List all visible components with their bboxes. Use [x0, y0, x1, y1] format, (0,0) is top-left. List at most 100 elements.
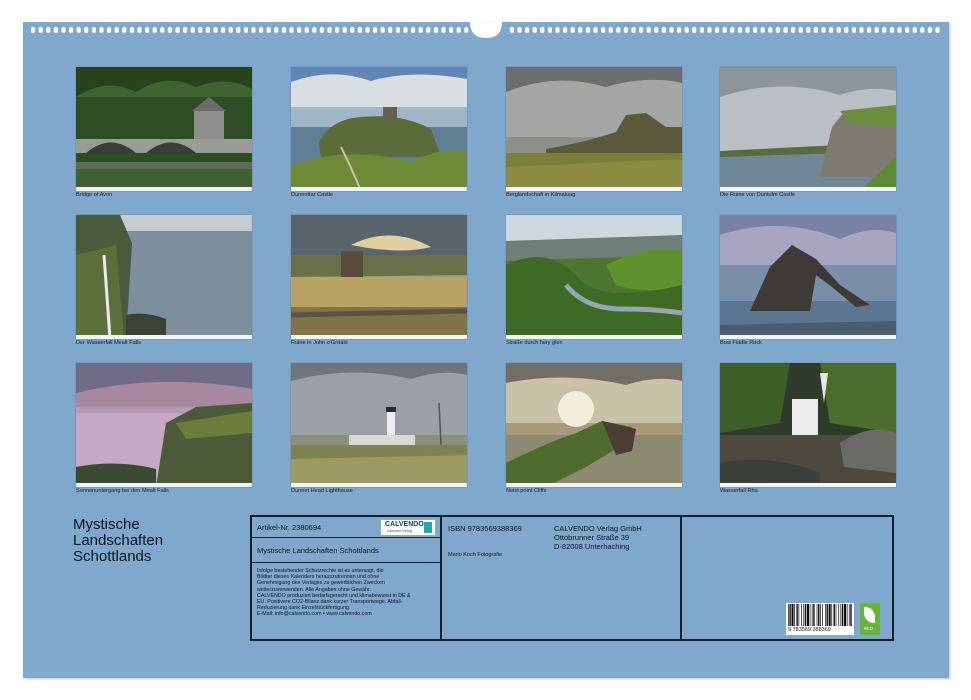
- wire-loop: [464, 27, 469, 33]
- barcode-bar: [806, 604, 809, 626]
- photo-caption: Der Wasserfall Mealt Falls: [76, 340, 142, 346]
- barcode-bar: [798, 604, 800, 626]
- barcode-bar: [811, 604, 813, 626]
- barcode-bar: [841, 604, 844, 626]
- barcode-number: 9 783569 388369: [788, 627, 831, 633]
- author: Mario Koch Fotografie: [448, 552, 503, 558]
- article-number: Artikel-Nr. 2380694: [257, 523, 322, 532]
- barcode-bar: [816, 604, 818, 626]
- wire-loop: [183, 27, 188, 33]
- barcode-bar: [840, 604, 842, 626]
- wire-loop: [297, 27, 302, 33]
- wire-loop: [129, 27, 134, 33]
- wire-loop: [684, 27, 689, 33]
- wire-loop: [517, 27, 522, 33]
- wire-loop: [137, 27, 142, 33]
- wire-loop: [783, 27, 788, 33]
- wire-loop: [91, 27, 96, 33]
- photo-john-o-groats: [291, 215, 467, 339]
- isbn: ISBN 9783569388369: [448, 524, 522, 533]
- eco-badge: eco: [860, 603, 880, 635]
- publisher-address: CALVENDO Verlag GmbH Ottobrunner Straße …: [554, 524, 642, 551]
- wire-loop: [31, 27, 36, 33]
- wire-loop: [555, 27, 560, 33]
- wire-loop: [813, 27, 818, 33]
- wire-loop: [46, 27, 51, 33]
- wire-loop: [791, 27, 796, 33]
- calendar-back-page: Bridge of Avon Dunnottar Castle Bergland…: [23, 22, 949, 678]
- wire-loop: [160, 27, 165, 33]
- wire-loop: [661, 27, 666, 33]
- wire-loop: [912, 27, 917, 33]
- info-box: Artikel-Nr. 2380694 CALVENDO Kalender-Ve…: [250, 515, 894, 641]
- wire-loop: [509, 27, 514, 33]
- title-line: Mystische: [73, 516, 140, 533]
- wire-loop: [388, 27, 393, 33]
- wire-loop: [639, 27, 644, 33]
- photo-neist-point: [506, 363, 682, 487]
- photo-mealt-falls-sunset: [76, 363, 252, 487]
- barcode-bar: [822, 604, 823, 626]
- wire-loop: [456, 27, 461, 33]
- hanger-notch: [470, 22, 502, 38]
- wire-loop: [327, 27, 332, 33]
- wire-loop: [525, 27, 530, 33]
- wire-loop: [699, 27, 704, 33]
- wire-loop: [601, 27, 606, 33]
- wire-loop: [654, 27, 659, 33]
- barcode-bar: [844, 604, 847, 626]
- divider: [252, 537, 440, 538]
- wire-loop: [76, 27, 81, 33]
- wire-loop: [829, 27, 834, 33]
- photo-caption: Sonnenuntergang bei den Mealt Falls: [76, 488, 169, 494]
- wire-loop: [882, 27, 887, 33]
- barcode-bar: [825, 604, 826, 626]
- wire-loop: [357, 27, 362, 33]
- wire-loop: [798, 27, 803, 33]
- wire-loop: [243, 27, 248, 33]
- wire-loop: [669, 27, 674, 33]
- wire-loop: [449, 27, 454, 33]
- wire-loop: [737, 27, 742, 33]
- barcode-bar: [848, 604, 850, 626]
- wire-loop: [806, 27, 811, 33]
- wire-loop: [99, 27, 104, 33]
- wire-loop: [889, 27, 894, 33]
- barcode-bar: [789, 604, 791, 626]
- barcode: 9 783569 388369: [786, 603, 854, 635]
- barcode-bar: [826, 604, 828, 626]
- calvendo-logo: CALVENDO Kalender-Verlag: [380, 519, 436, 536]
- wire-loop: [198, 27, 203, 33]
- barcode-bar: [801, 604, 802, 626]
- wire-loop: [623, 27, 628, 33]
- wire-loop: [730, 27, 735, 33]
- wire-loop: [441, 27, 446, 33]
- wire-loop: [411, 27, 416, 33]
- barcode-bar: [804, 604, 807, 626]
- wire-loop: [350, 27, 355, 33]
- divider: [440, 517, 442, 639]
- photo-caption: Straße durch fairy glen: [506, 340, 563, 346]
- wire-loop: [69, 27, 74, 33]
- photo-caption: Ruine in John o'Groats: [291, 340, 348, 346]
- barcode-bar: [833, 604, 835, 626]
- wire-loop: [84, 27, 89, 33]
- wire-loop: [312, 27, 317, 33]
- photo-caption: Bridge of Avon: [76, 192, 113, 198]
- barcode-bar: [788, 604, 789, 626]
- barcode-bar: [820, 604, 821, 626]
- wire-loop: [190, 27, 195, 33]
- wire-loop: [152, 27, 157, 33]
- wire-loop: [563, 27, 568, 33]
- wire-loop: [221, 27, 226, 33]
- wire-loop: [228, 27, 233, 33]
- wire-loop: [107, 27, 112, 33]
- barcode-bar: [831, 604, 833, 626]
- photo-caption: Berglandschaft in Kilmaluag: [506, 192, 576, 198]
- wire-loop: [418, 27, 423, 33]
- barcode-bar: [846, 604, 848, 626]
- barcode-bar: [791, 604, 794, 626]
- photo-wasserfall-rha: [720, 363, 896, 487]
- wire-loop: [585, 27, 590, 33]
- wire-loop: [205, 27, 210, 33]
